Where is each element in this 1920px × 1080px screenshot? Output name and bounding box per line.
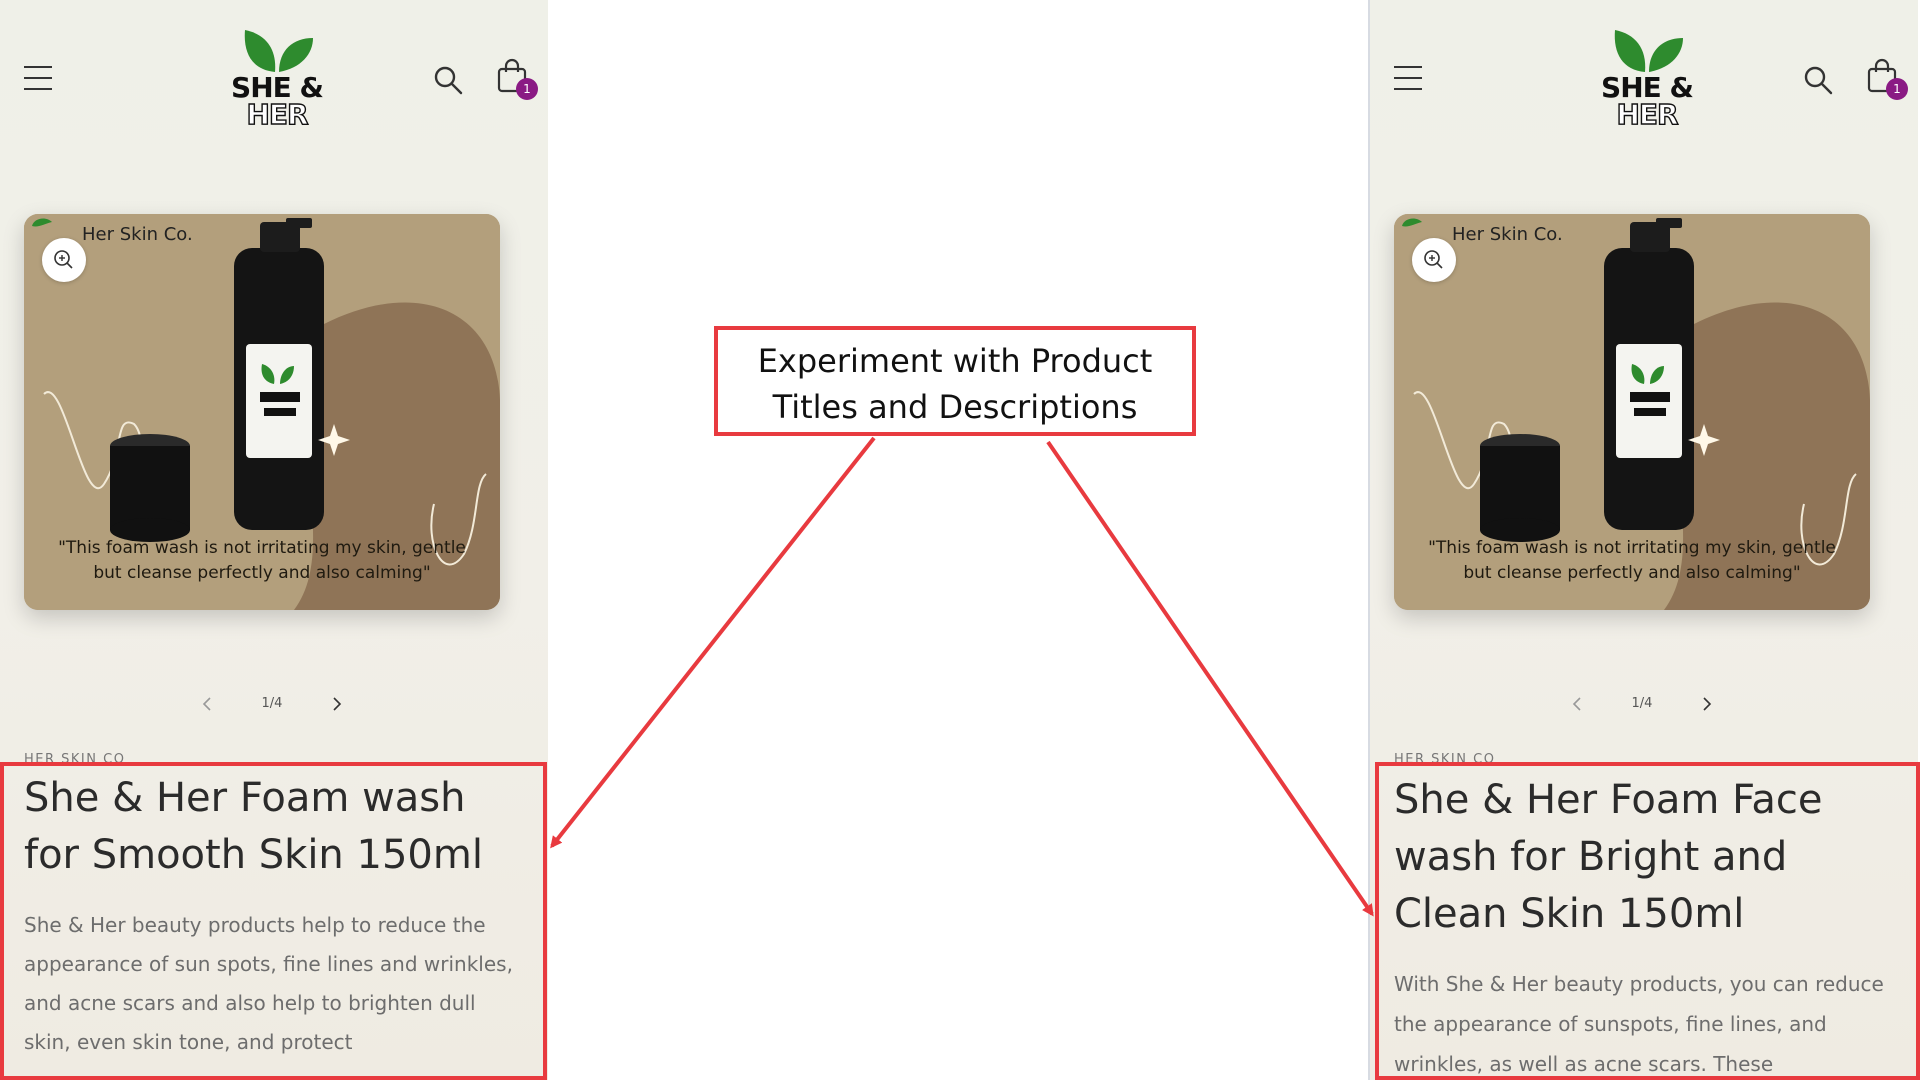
image-brand-caption: Her Skin Co. xyxy=(82,224,193,245)
chevron-left-icon[interactable] xyxy=(196,692,220,716)
arrow-left xyxy=(550,436,876,849)
store-logo[interactable]: SHE & HER xyxy=(1592,26,1702,138)
zoom-in-icon[interactable] xyxy=(1412,238,1456,282)
image-quote: "This foam wash is not irritating my ski… xyxy=(58,538,466,583)
leaf-icon xyxy=(244,30,313,72)
shopping-bag-icon[interactable]: 1 xyxy=(1866,58,1908,100)
cart-count-badge: 1 xyxy=(1886,78,1908,100)
image-quote: "This foam wash is not irritating my ski… xyxy=(1428,538,1836,583)
leaf-icon xyxy=(1614,30,1683,72)
logo-text-line2: HER xyxy=(246,98,310,131)
logo-text-line2: HER xyxy=(1616,98,1680,131)
search-icon[interactable] xyxy=(432,64,464,96)
chevron-right-icon[interactable] xyxy=(1694,692,1718,716)
pager-count: 1/4 xyxy=(261,696,283,711)
hamburger-menu-icon[interactable] xyxy=(24,66,54,90)
chevron-right-icon[interactable] xyxy=(324,692,348,716)
title-highlight-box-b xyxy=(1375,762,1920,1080)
cart-count-badge: 1 xyxy=(516,78,538,100)
zoom-in-icon[interactable] xyxy=(42,238,86,282)
arrow-right xyxy=(1046,440,1374,917)
search-icon[interactable] xyxy=(1802,64,1834,96)
pager-count: 1/4 xyxy=(1631,696,1653,711)
product-image[interactable]: Her Skin Co. "This foam wash is not irri… xyxy=(1394,214,1870,610)
chevron-left-icon[interactable] xyxy=(1566,692,1590,716)
title-highlight-box-a xyxy=(0,762,547,1080)
store-logo[interactable]: SHE & HER xyxy=(222,26,332,138)
shopping-bag-icon[interactable]: 1 xyxy=(496,58,538,100)
image-brand-caption: Her Skin Co. xyxy=(1452,224,1563,245)
product-image[interactable]: Her Skin Co. "This foam wash is not irri… xyxy=(24,214,500,610)
image-pager: 1/4 xyxy=(196,692,358,716)
callout-box: Experiment with Product Titles and Descr… xyxy=(714,326,1196,436)
hamburger-menu-icon[interactable] xyxy=(1394,66,1424,90)
image-pager: 1/4 xyxy=(1566,692,1728,716)
